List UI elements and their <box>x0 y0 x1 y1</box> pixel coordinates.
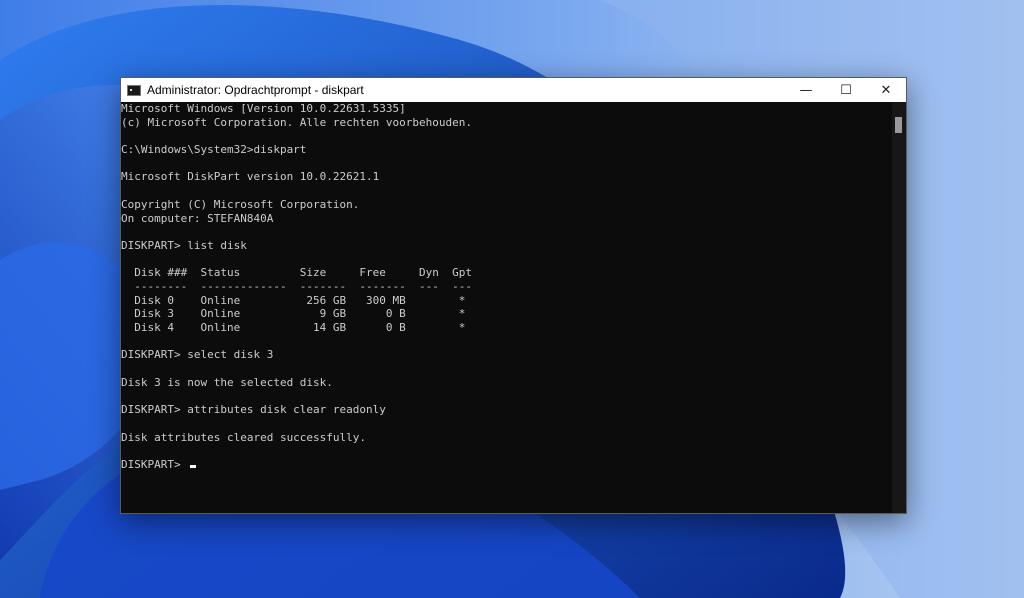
window-controls: — ☐ ✕ <box>786 78 906 102</box>
console-line: Disk 0 Online 256 GB 300 MB * <box>121 293 466 307</box>
command-prompt-window[interactable]: Administrator: Opdrachtprompt - diskpart… <box>120 77 907 514</box>
close-button[interactable]: ✕ <box>866 78 906 102</box>
console-line: Disk 3 Online 9 GB 0 B * <box>121 307 466 321</box>
close-icon: ✕ <box>880 82 892 98</box>
console-line: -------- ------------- ------- ------- -… <box>121 279 472 293</box>
console-line: Disk ### Status Size Free Dyn Gpt <box>121 266 472 280</box>
cmd-icon <box>127 84 141 96</box>
maximize-button[interactable]: ☐ <box>826 78 866 102</box>
console-line: Disk attributes cleared successfully. <box>121 430 367 444</box>
console-line: Copyright (C) Microsoft Corporation. <box>121 197 360 211</box>
minimize-button[interactable]: — <box>786 78 826 102</box>
window-title: Administrator: Opdrachtprompt - diskpart <box>147 83 364 97</box>
console-line: Disk 4 Online 14 GB 0 B * <box>121 321 466 334</box>
console-line: Disk 3 is now the selected disk. <box>121 375 333 389</box>
minimize-icon: — <box>799 82 813 98</box>
scroll-thumb[interactable] <box>895 117 902 133</box>
console-line: (c) Microsoft Corporation. Alle rechten … <box>121 115 472 129</box>
vertical-scrollbar[interactable] <box>892 102 906 513</box>
console-line: DISKPART> attributes disk clear readonly <box>121 403 386 417</box>
console-line: DISKPART> list disk <box>121 238 247 252</box>
text-cursor <box>190 464 197 468</box>
console-line: DISKPART> select disk 3 <box>121 348 274 362</box>
title-bar[interactable]: Administrator: Opdrachtprompt - diskpart… <box>121 78 906 102</box>
console-line: On computer: STEFAN840A <box>121 211 274 225</box>
maximize-icon: ☐ <box>840 82 852 98</box>
console-line: C:\Windows\System32>diskpart <box>121 143 307 157</box>
console-line: Microsoft Windows [Version 10.0.22631.53… <box>121 102 406 115</box>
console-line: Microsoft DiskPart version 10.0.22621.1 <box>121 170 380 184</box>
console-output[interactable]: Microsoft Windows [Version 10.0.22631.53… <box>121 102 892 513</box>
console-line: DISKPART> <box>121 458 892 472</box>
